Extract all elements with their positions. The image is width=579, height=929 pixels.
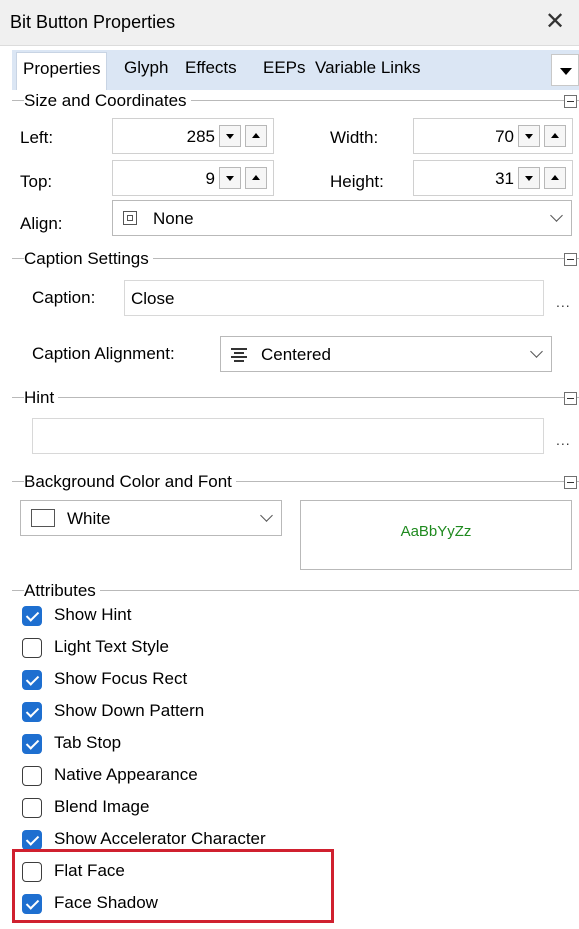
width-label: Width: [330, 128, 379, 147]
tab-effects[interactable]: Effects [185, 58, 237, 78]
tab-glyph[interactable]: Glyph [124, 58, 168, 78]
font-preview-text: AaBbYyZz [400, 523, 472, 540]
attribute-label: Show Accelerator Character [54, 829, 266, 848]
hint-ellipsis-button[interactable]: ... [556, 432, 571, 448]
checkbox-checked-icon[interactable] [22, 702, 42, 722]
tab-eeps[interactable]: EEPs [263, 58, 306, 78]
top-value: 9 [205, 169, 215, 188]
attribute-label: Light Text Style [54, 637, 169, 656]
color-swatch-icon [31, 509, 55, 527]
close-icon[interactable]: ✕ [541, 8, 569, 36]
caption-value: Close [131, 289, 175, 308]
spin-down-icon[interactable] [518, 125, 540, 147]
tabs-dropdown-button[interactable] [551, 54, 579, 86]
checkbox-unchecked-icon[interactable] [22, 798, 42, 818]
spin-up-icon[interactable] [544, 167, 566, 189]
group-title-background-font: Background Color and Font [24, 472, 236, 492]
left-value: 285 [186, 127, 215, 146]
group-title-attributes: Attributes [24, 581, 100, 601]
height-label: Height: [330, 172, 384, 191]
collapse-icon[interactable] [564, 253, 577, 266]
spin-down-icon[interactable] [518, 167, 540, 189]
caption-ellipsis-button[interactable]: ... [556, 294, 571, 310]
font-preview[interactable]: AaBbYyZz [300, 500, 572, 570]
attribute-label: Native Appearance [54, 765, 198, 784]
checkbox-checked-icon[interactable] [22, 670, 42, 690]
group-title-hint: Hint [24, 388, 59, 408]
attribute-label: Tab Stop [54, 733, 122, 752]
height-value: 31 [495, 169, 514, 188]
hint-input[interactable] [32, 418, 544, 454]
checkbox-unchecked-icon[interactable] [22, 766, 42, 786]
attribute-label: Show Focus Rect [54, 669, 188, 688]
checkbox-checked-icon[interactable] [22, 830, 42, 850]
tab-properties[interactable]: Properties [16, 52, 108, 90]
checkbox-checked-icon[interactable] [22, 606, 42, 626]
collapse-icon[interactable] [564, 95, 577, 108]
align-none-icon [123, 211, 137, 225]
spin-up-icon[interactable] [245, 125, 267, 147]
checkbox-unchecked-icon[interactable] [22, 638, 42, 658]
top-label: Top: [20, 172, 53, 191]
align-combo[interactable]: None [112, 200, 572, 236]
collapse-icon[interactable] [564, 476, 577, 489]
background-color-combo[interactable]: White [20, 500, 282, 536]
align-center-icon [231, 347, 247, 362]
tab-bar: Properties Glyph Effects EEPs Variable L… [12, 50, 579, 90]
highlight-box [12, 849, 334, 923]
spin-down-icon[interactable] [219, 167, 241, 189]
chevron-down-icon[interactable] [260, 509, 273, 522]
spin-up-icon[interactable] [245, 167, 267, 189]
spin-up-icon[interactable] [544, 125, 566, 147]
spin-down-icon[interactable] [219, 125, 241, 147]
caption-alignment-combo[interactable]: Centered [220, 336, 552, 372]
caption-alignment-value: Centered [261, 345, 331, 364]
height-spin-edit[interactable]: 31 [413, 160, 573, 196]
title-bar: Bit Button Properties ✕ [0, 0, 579, 46]
collapse-icon[interactable] [564, 392, 577, 405]
window-title: Bit Button Properties [10, 12, 176, 32]
caption-label: Caption: [32, 288, 96, 307]
chevron-down-icon[interactable] [550, 209, 563, 222]
chevron-down-icon[interactable] [530, 345, 543, 358]
top-spin-edit[interactable]: 9 [112, 160, 274, 196]
group-title-caption-settings: Caption Settings [24, 249, 153, 269]
properties-window: Bit Button Properties ✕ Properties Glyph… [0, 0, 579, 929]
checkbox-checked-icon[interactable] [22, 734, 42, 754]
left-label: Left: [20, 128, 54, 147]
attribute-label: Show Hint [54, 605, 132, 624]
caption-input[interactable]: Close [124, 280, 544, 316]
background-color-value: White [67, 509, 111, 528]
width-value: 70 [495, 127, 514, 146]
tab-variable-links[interactable]: Variable Links [315, 58, 421, 78]
attribute-label: Show Down Pattern [54, 701, 205, 720]
align-label: Align: [20, 214, 63, 233]
group-title-size-coordinates: Size and Coordinates [24, 91, 191, 111]
caption-alignment-label: Caption Alignment: [32, 344, 175, 363]
attribute-label: Blend Image [54, 797, 150, 816]
align-value: None [153, 209, 194, 228]
width-spin-edit[interactable]: 70 [413, 118, 573, 154]
left-spin-edit[interactable]: 285 [112, 118, 274, 154]
